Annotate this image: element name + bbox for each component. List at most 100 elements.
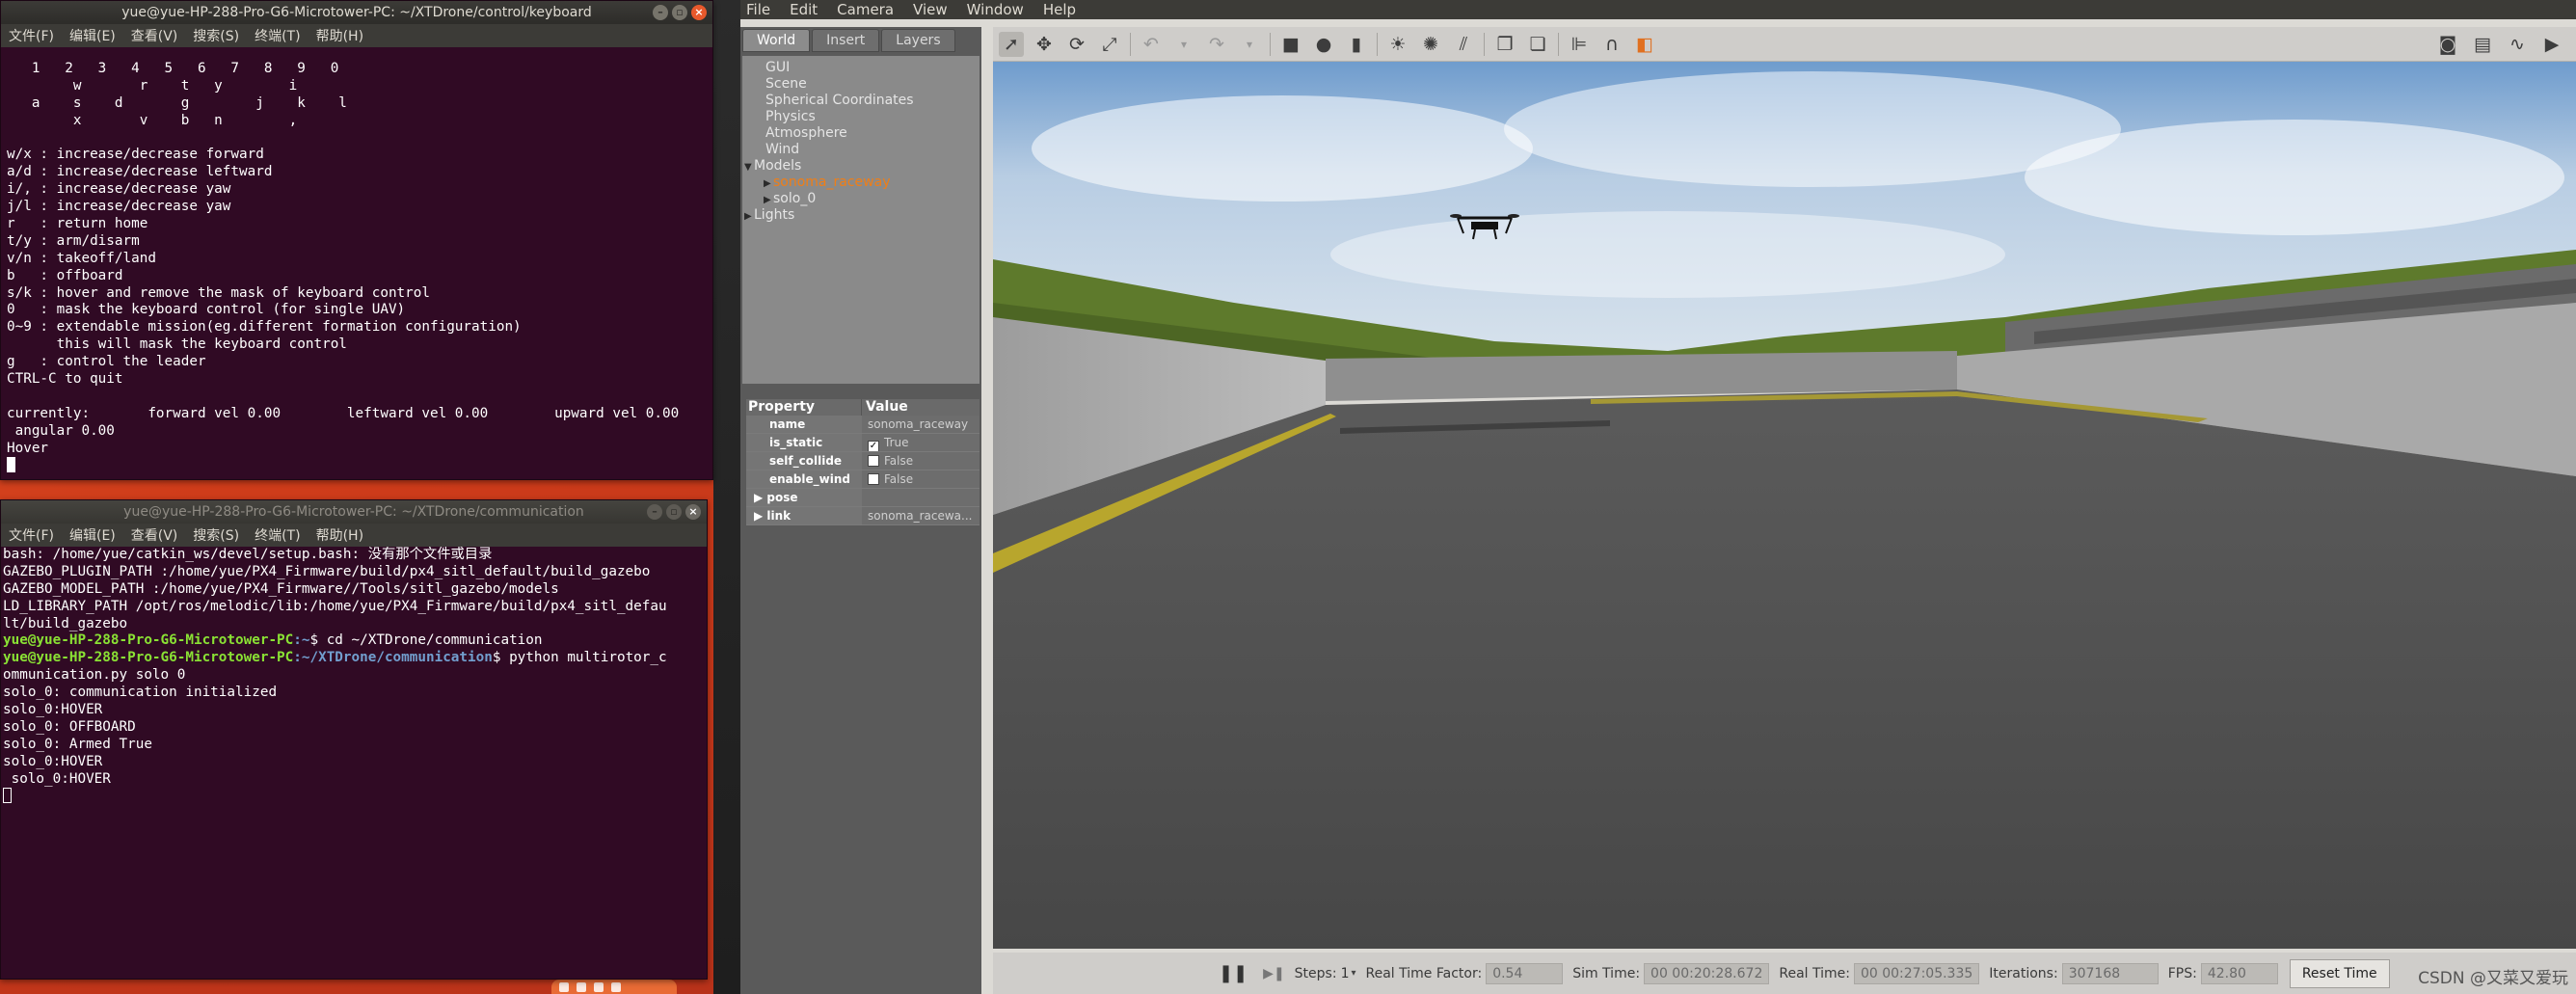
menu-item[interactable]: 编辑(E) [69, 525, 116, 545]
tray-icon[interactable] [577, 981, 586, 992]
redo-history-icon[interactable]: ▾ [1237, 32, 1262, 57]
log-icon[interactable]: ▤ [2470, 32, 2495, 57]
menu-item[interactable]: Help [1041, 1, 1078, 18]
fps-value: 42.80 [2200, 962, 2278, 984]
redo-icon[interactable]: ↷ [1204, 32, 1229, 57]
menu-item[interactable]: 文件(F) [9, 26, 54, 45]
minimize-button[interactable]: – [653, 5, 668, 20]
3d-scene-viewport[interactable] [993, 62, 2576, 949]
property-row[interactable]: ▶ pose [746, 489, 979, 507]
reset-time-button[interactable]: Reset Time [2289, 958, 2390, 988]
close-button[interactable]: × [691, 5, 707, 20]
point-light-icon[interactable]: ☀ [1385, 32, 1410, 57]
change-view-icon[interactable]: ◧ [1632, 32, 1657, 57]
expand-arrow-icon[interactable]: ▼ [744, 159, 754, 175]
checkbox[interactable] [868, 473, 879, 485]
snap-icon[interactable]: ∩ [1599, 32, 1624, 57]
property-row[interactable]: is_static ✓ True [746, 434, 979, 452]
communication-terminal-titlebar[interactable]: yue@yue-HP-288-Pro-G6-Microtower-PC: ~/X… [1, 500, 707, 524]
step-icon[interactable]: ▶❚ [1263, 966, 1285, 981]
rotate-mode-icon[interactable]: ⟳ [1064, 32, 1089, 57]
screenshot-icon[interactable]: ◙ [2435, 32, 2460, 57]
expand-arrow-icon[interactable]: ▶ [764, 192, 773, 208]
tab-world[interactable]: World [742, 29, 811, 52]
checkbox[interactable]: ✓ [868, 441, 879, 451]
copy-icon[interactable]: ❐ [1492, 32, 1517, 57]
property-header-label: Property [746, 399, 862, 416]
property-row[interactable]: self_collide False [746, 452, 979, 470]
keyboard-terminal-titlebar[interactable]: yue@yue-HP-288-Pro-G6-Microtower-PC: ~/X… [1, 1, 712, 24]
menu-item[interactable]: Edit [788, 1, 819, 18]
menu-item[interactable]: 查看(V) [131, 26, 178, 45]
video-record-icon[interactable]: ▶ [2539, 32, 2564, 57]
menu-item[interactable]: 搜索(S) [193, 26, 239, 45]
menu-item[interactable]: View [911, 1, 950, 18]
communication-terminal-output[interactable]: bash: /home/yue/catkin_ws/devel/setup.ba… [1, 547, 707, 979]
gazebo-window[interactable]: File Edit Camera View Window Help World Insert… [740, 0, 2576, 994]
checkbox[interactable] [868, 455, 879, 467]
property-key-label: self_collide [769, 454, 843, 468]
property-table[interactable]: Property Value name sonoma_raceway is_static… [746, 399, 979, 525]
menu-item[interactable]: Camera [835, 1, 896, 18]
property-key-label: is_static [769, 436, 823, 449]
tray-icon[interactable] [559, 981, 569, 992]
scale-mode-icon[interactable]: ⤢ [1097, 32, 1122, 57]
spot-light-icon[interactable]: ✺ [1418, 32, 1443, 57]
menu-item[interactable]: 编辑(E) [69, 26, 116, 45]
property-row[interactable]: ▶ link sonoma_racewa... [746, 507, 979, 525]
expand-arrow-icon[interactable]: ▶ [764, 175, 773, 192]
minimize-button[interactable]: – [647, 504, 662, 520]
tree-item[interactable]: Spherical Coordinates [742, 93, 979, 109]
keyboard-terminal-output[interactable]: 1 2 3 4 5 6 7 8 9 0 w r t y i a s d g j … [1, 47, 712, 479]
tree-item[interactable]: ▶ sonoma_raceway [742, 175, 979, 191]
tree-item[interactable]: Physics [742, 109, 979, 125]
menu-item[interactable]: 终端(T) [255, 525, 300, 545]
tree-item[interactable]: Atmosphere [742, 125, 979, 142]
menu-item[interactable]: 文件(F) [9, 525, 54, 545]
menu-item[interactable]: File [744, 1, 772, 18]
expand-arrow-icon[interactable]: ▶ [754, 491, 766, 504]
align-icon[interactable]: ⊫ [1567, 32, 1592, 57]
menu-item[interactable]: 终端(T) [255, 26, 300, 45]
communication-terminal-window[interactable]: yue@yue-HP-288-Pro-G6-Microtower-PC: ~/X… [0, 499, 708, 980]
terminal-line: solo_0: OFFBOARD [3, 718, 136, 735]
menu-item[interactable]: 查看(V) [131, 525, 178, 545]
tray-icon[interactable] [611, 981, 621, 992]
select-mode-icon[interactable]: ➚ [999, 31, 1024, 57]
menu-item[interactable]: 帮助(H) [316, 26, 363, 45]
menu-item[interactable]: 搜索(S) [193, 525, 239, 545]
translate-mode-icon[interactable]: ✥ [1032, 32, 1057, 57]
steps-dropdown-icon[interactable]: ▾ [1351, 968, 1355, 979]
expand-arrow-icon[interactable]: ▶ [744, 208, 754, 225]
property-row[interactable]: enable_wind False [746, 470, 979, 489]
cylinder-shape-icon[interactable]: ▮ [1344, 32, 1369, 57]
paste-icon[interactable]: ❏ [1525, 32, 1550, 57]
property-value-label: False [884, 454, 914, 468]
tree-item[interactable]: GUI [742, 60, 979, 76]
menu-item[interactable]: Window [965, 1, 1026, 18]
pause-icon[interactable]: ❚❚ [1219, 963, 1248, 983]
keyboard-terminal-window[interactable]: yue@yue-HP-288-Pro-G6-Microtower-PC: ~/X… [0, 0, 713, 480]
directional-light-icon[interactable]: ⫽ [1451, 32, 1476, 57]
menu-item[interactable]: 帮助(H) [316, 525, 363, 545]
maximize-button[interactable]: ▫ [666, 504, 682, 520]
maximize-button[interactable]: ▫ [672, 5, 687, 20]
steps-value[interactable]: 1 [1341, 966, 1350, 981]
sphere-shape-icon[interactable]: ● [1311, 32, 1336, 57]
undo-history-icon[interactable]: ▾ [1171, 32, 1196, 57]
tray-icon[interactable] [594, 981, 604, 992]
tree-item[interactable]: Scene [742, 76, 979, 93]
tree-item[interactable]: ▶ Lights [742, 207, 979, 224]
close-button[interactable]: × [685, 504, 701, 520]
plot-icon[interactable]: ∿ [2505, 32, 2530, 57]
box-shape-icon[interactable]: ■ [1278, 32, 1303, 57]
property-row[interactable]: name sonoma_raceway [746, 416, 979, 434]
tab-insert[interactable]: Insert [812, 29, 880, 52]
tree-item[interactable]: ▶ solo_0 [742, 191, 979, 207]
tree-item[interactable]: Wind [742, 142, 979, 158]
tree-item[interactable]: ▼ Models [742, 158, 979, 175]
undo-icon[interactable]: ↶ [1139, 32, 1164, 57]
tab-layers[interactable]: Layers [881, 29, 955, 52]
expand-arrow-icon[interactable]: ▶ [754, 509, 766, 523]
world-tree[interactable]: GUI Scene Spherical Coordinates Physics Atmo… [742, 56, 979, 384]
